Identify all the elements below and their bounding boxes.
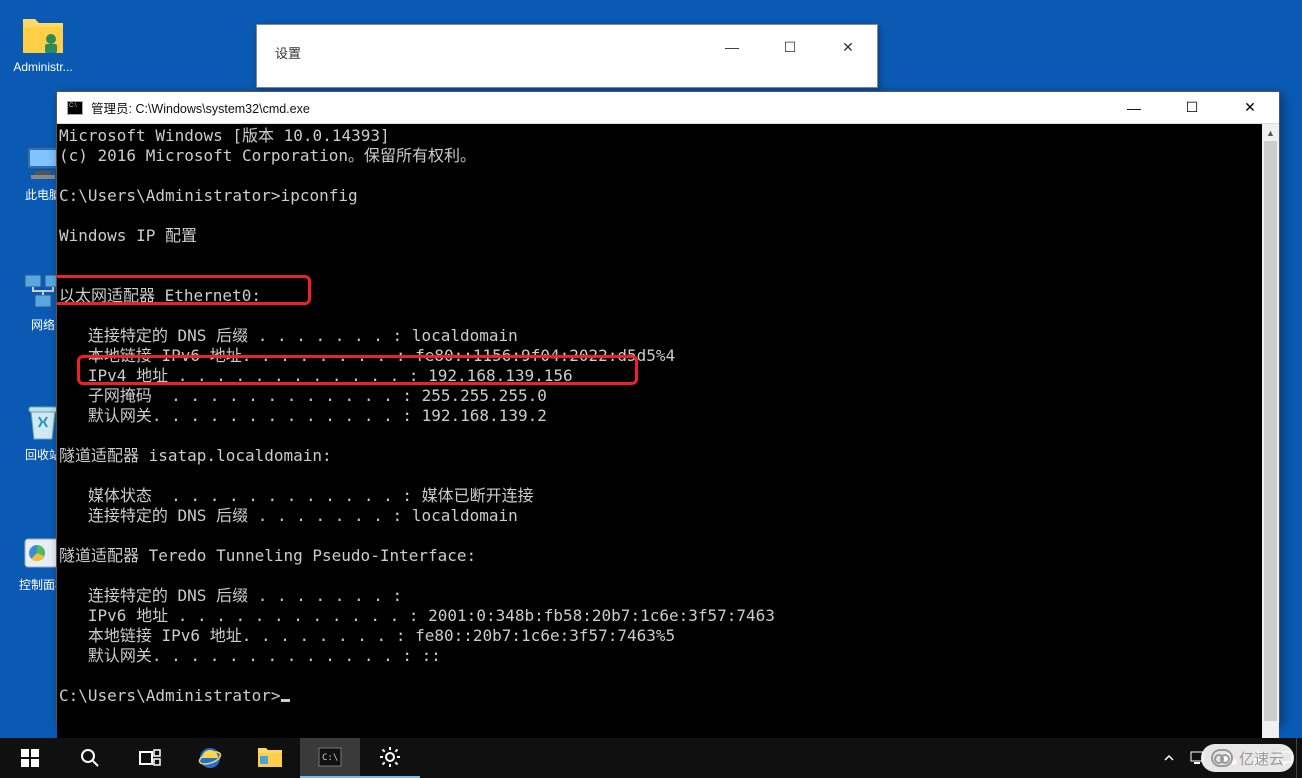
start-button[interactable] — [0, 738, 60, 778]
taskbar-explorer[interactable] — [240, 738, 300, 778]
watermark-icon — [1211, 749, 1233, 767]
settings-window-title: 设置 — [275, 43, 301, 62]
svg-text:C:\: C:\ — [322, 753, 338, 763]
cmd-window[interactable]: 管理员: C:\Windows\system32\cmd.exe — ☐ ✕ M… — [56, 91, 1280, 723]
cmd-icon — [67, 101, 83, 115]
desktop-icon-label: Administr... — [13, 60, 72, 74]
taskbar-settings[interactable] — [360, 738, 420, 778]
close-button[interactable]: ✕ — [1221, 92, 1279, 123]
tray-chevron-icon[interactable] — [1156, 738, 1182, 778]
close-button[interactable]: ✕ — [819, 25, 877, 69]
watermark: 亿速云 — [1201, 744, 1294, 772]
desktop: Administr... 此电脑 网络 回收站 控制面板 设置 — ☐ ✕ — [0, 0, 1302, 738]
maximize-button[interactable]: ☐ — [1163, 92, 1221, 123]
taskbar: C:\ 英 — [0, 738, 1302, 778]
cmd-titlebar[interactable]: 管理员: C:\Windows\system32\cmd.exe — ☐ ✕ — [57, 92, 1279, 124]
show-desktop-button[interactable] — [1296, 738, 1302, 778]
cmd-output[interactable]: Microsoft Windows [版本 10.0.14393] (c) 20… — [57, 124, 1262, 768]
settings-window[interactable]: 设置 — ☐ ✕ — [256, 24, 878, 88]
taskbar-ie[interactable] — [180, 738, 240, 778]
taskbar-cmd[interactable]: C:\ — [300, 738, 360, 778]
cursor — [281, 699, 290, 702]
user-folder-icon — [19, 16, 67, 58]
maximize-button[interactable]: ☐ — [761, 25, 819, 69]
scroll-track[interactable] — [1262, 141, 1279, 751]
minimize-button[interactable]: — — [1105, 92, 1163, 123]
scrollbar[interactable]: ▲ ▼ — [1262, 124, 1279, 768]
cmd-window-title: 管理员: C:\Windows\system32\cmd.exe — [91, 98, 310, 117]
desktop-icon-user-folder[interactable]: Administr... — [6, 16, 80, 74]
scroll-thumb[interactable] — [1264, 141, 1277, 721]
task-view-button[interactable] — [120, 738, 180, 778]
search-button[interactable] — [60, 738, 120, 778]
watermark-text: 亿速云 — [1239, 748, 1284, 769]
scroll-up-button[interactable]: ▲ — [1262, 124, 1279, 141]
minimize-button[interactable]: — — [703, 25, 761, 69]
desktop-icon-label: 网络 — [31, 316, 55, 333]
